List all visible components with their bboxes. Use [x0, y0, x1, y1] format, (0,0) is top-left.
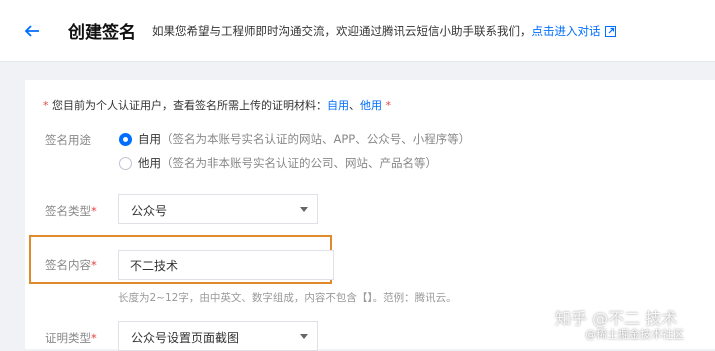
chevron-down-icon	[300, 207, 308, 212]
header-description: 如果您希望与工程师即时沟通交流，欢迎通过腾讯云短信小助手联系我们，点击进入对话	[152, 23, 616, 39]
required-star-end: *	[382, 99, 391, 112]
radio-selected-icon[interactable]	[119, 133, 132, 146]
purpose-option-other[interactable]: 他用（签名为非本账号实名认证的公司、网站、产品名等）	[119, 155, 437, 171]
page-header: 创建签名 如果您希望与工程师即时沟通交流，欢迎通过腾讯云短信小助手联系我们，点击…	[0, 0, 715, 62]
signature-type-label-text: 签名类型	[45, 204, 91, 218]
back-arrow-icon[interactable]	[24, 23, 40, 39]
signature-type-label: 签名类型*	[45, 203, 97, 219]
notice-text: 您目前为个人认证用户，查看签名所需上传的证明材料：	[48, 99, 327, 112]
proof-type-value: 公众号设置页面截图	[131, 331, 240, 345]
open-chat-link[interactable]: 点击进入对话	[532, 24, 616, 38]
required-star: *	[91, 258, 97, 272]
page-title: 创建签名	[68, 23, 136, 43]
chevron-down-icon	[300, 334, 308, 339]
open-chat-link-label[interactable]: 点击进入对话	[532, 24, 601, 38]
watermark-secondary: @稀土掘金技术社区	[585, 328, 684, 341]
header-description-text: 如果您希望与工程师即时沟通交流，欢迎通过腾讯云短信小助手联系我们，	[152, 24, 532, 38]
certification-notice: * 您目前为个人认证用户，查看签名所需上传的证明材料：自用、他用 *	[43, 97, 391, 113]
purpose-label: 签名用途	[45, 133, 91, 147]
signature-content-input[interactable]	[118, 250, 334, 280]
proof-type-label: 证明类型*	[45, 330, 97, 346]
other-use-link[interactable]: 他用	[360, 99, 382, 112]
signature-content-label-text: 签名内容	[45, 258, 91, 272]
purpose-option-self[interactable]: 自用（签名为本账号实名认证的网站、APP、公众号、小程序等）	[119, 131, 470, 147]
external-link-icon[interactable]	[604, 26, 616, 37]
signature-type-select[interactable]: 公众号	[118, 194, 318, 224]
notice-separator: 、	[349, 99, 360, 112]
purpose-option-hint: （签名为本账号实名认证的网站、APP、公众号、小程序等）	[161, 132, 471, 146]
purpose-option-hint: （签名为非本账号实名认证的公司、网站、产品名等）	[161, 156, 437, 170]
proof-type-label-text: 证明类型	[45, 331, 91, 345]
purpose-option-label: 他用	[138, 156, 161, 170]
purpose-option-label: 自用	[138, 132, 161, 146]
radio-unselected-icon[interactable]	[119, 157, 132, 170]
signature-content-label: 签名内容*	[45, 257, 97, 273]
signature-type-value: 公众号	[131, 204, 168, 218]
required-star: *	[91, 331, 97, 345]
required-star: *	[91, 204, 97, 218]
signature-content-help: 长度为2~12字，由中英文、数字组成，内容不包含【】。范例：腾讯云。	[118, 292, 457, 304]
self-use-link[interactable]: 自用	[327, 99, 349, 112]
proof-type-select[interactable]: 公众号设置页面截图	[118, 321, 318, 351]
